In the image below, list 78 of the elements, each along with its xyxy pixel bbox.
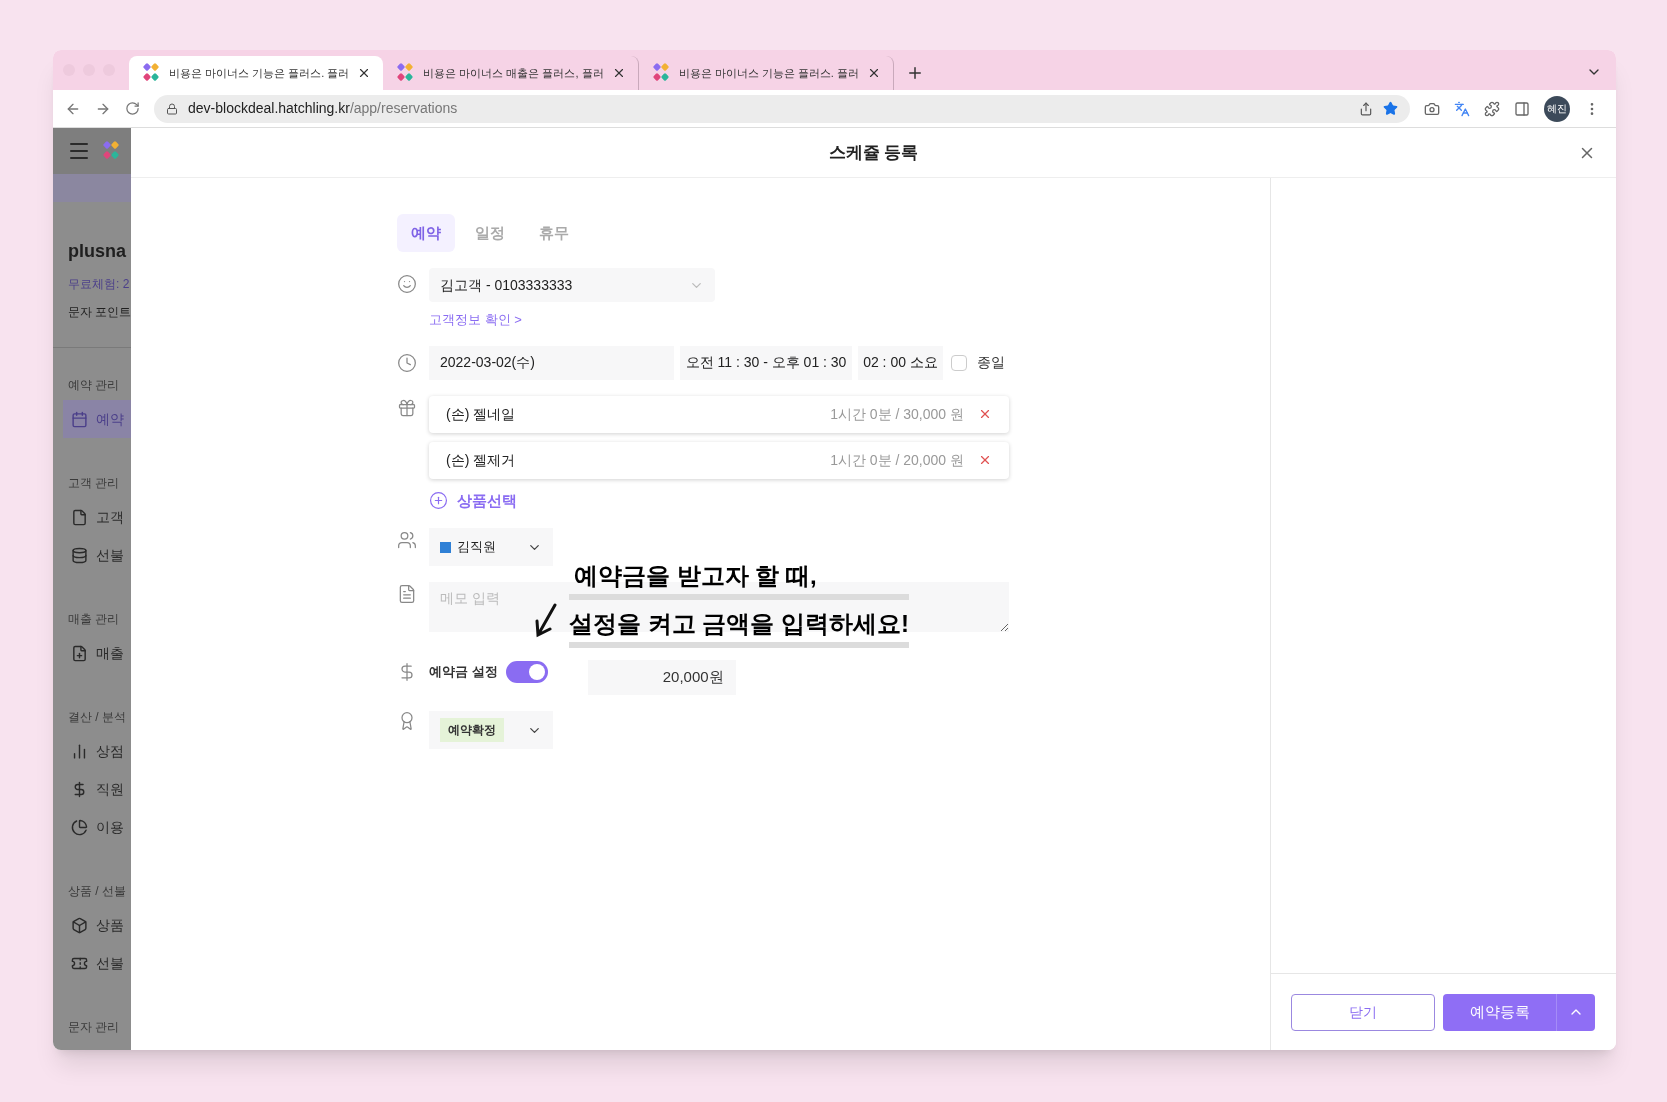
service-detail: 1시간 0분 / 30,000 원 <box>830 404 964 424</box>
logo-icon <box>101 141 121 162</box>
service-detail: 1시간 0분 / 20,000 원 <box>830 450 964 470</box>
sidebar-item[interactable]: 고객 <box>63 498 131 536</box>
close-button[interactable]: 닫기 <box>1291 993 1435 1031</box>
sidebar-item[interactable]: 직원 <box>63 770 131 808</box>
dropdown-button[interactable] <box>1557 993 1595 1031</box>
register-button[interactable]: 예약등록 <box>1443 993 1557 1031</box>
remove-icon[interactable] <box>978 453 992 467</box>
section-title: 예약 관리 <box>67 377 121 394</box>
sidebar-item[interactable]: 상점 <box>63 732 131 770</box>
profile-avatar[interactable]: 혜진 <box>1544 95 1570 122</box>
customer-info-link[interactable]: 고객정보 확인 > <box>429 310 715 330</box>
all-day-label: 종일 <box>977 353 1005 372</box>
duration-field: 02 : 00 소요 <box>858 345 943 380</box>
service-name: (손) 젤네일 <box>446 404 517 424</box>
translate-icon[interactable] <box>1454 100 1470 117</box>
deposit-toggle[interactable] <box>505 660 548 683</box>
sidebar-item[interactable]: 선불 <box>63 536 131 574</box>
plus-circle-icon <box>429 491 448 511</box>
side-panel-icon[interactable] <box>1514 100 1530 117</box>
status-badge: 예약확정 <box>440 718 504 742</box>
brand-name: plusna <box>68 240 127 263</box>
address-bar[interactable]: dev-blockdeal.hatchling.kr/app/reservations <box>154 94 1410 123</box>
customer-select[interactable]: 김고객 - 0103333333 <box>429 268 715 302</box>
lock-icon <box>166 102 178 115</box>
star-icon[interactable] <box>1383 101 1398 116</box>
browser-tab[interactable]: 비용은 마이너스 기능은 플러스. 플러 <box>129 56 384 90</box>
section-title: 문자 관리 <box>67 1019 121 1036</box>
share-icon[interactable] <box>1359 101 1373 116</box>
calendar-icon <box>71 410 88 428</box>
tab-title: 비용은 마이너스 매출은 플러스, 플러 <box>423 65 604 81</box>
sidebar-item[interactable]: 이용 <box>63 808 131 846</box>
smile-icon <box>397 274 417 294</box>
puzzle-icon[interactable] <box>1484 100 1500 117</box>
handwritten-note: 예약금을 받고자 할 때, <box>569 558 909 600</box>
sms-points-label: 문자 포인트 <box>68 304 131 321</box>
form-tab[interactable]: 예약 <box>397 214 455 252</box>
logo-icon <box>141 63 161 83</box>
all-day-checkbox[interactable] <box>951 354 967 371</box>
handwritten-note: 설정을 켜고 금액을 입력하세요! <box>569 606 909 648</box>
form-tab[interactable]: 일정 <box>461 214 519 252</box>
deposit-amount-field[interactable]: 20,000원 <box>587 660 736 695</box>
people-icon <box>397 530 417 550</box>
reload-icon[interactable] <box>125 101 140 116</box>
section-title: 고객 관리 <box>67 475 121 492</box>
status-select[interactable]: 예약확정 <box>429 711 553 749</box>
document-icon <box>397 584 417 604</box>
database-icon <box>71 546 88 564</box>
staff-select[interactable]: 김직원 <box>429 528 553 566</box>
date-field[interactable]: 2022-03-02(수) <box>429 345 674 380</box>
section-title: 상품 / 선불 <box>67 883 127 900</box>
tab-title: 비용은 마이너스 기능은 플러스. 플러 <box>678 65 859 81</box>
gift-icon <box>397 397 417 418</box>
section-title: 결산 / 분석 <box>67 709 127 726</box>
box-icon <box>71 916 88 934</box>
sidebar-item[interactable]: 매출 <box>63 634 131 672</box>
url-text: dev-blockdeal.hatchling.kr/app/reservations <box>188 99 459 118</box>
add-service-button[interactable]: 상품선택 <box>429 489 1009 512</box>
camera-icon[interactable] <box>1424 100 1440 117</box>
bar-chart-icon <box>71 742 88 760</box>
remove-icon[interactable] <box>978 407 992 421</box>
clock-icon <box>397 352 417 373</box>
tab-title: 비용은 마이너스 기능은 플러스. 플러 <box>169 65 350 81</box>
file-plus-icon <box>71 644 88 662</box>
trial-label: 무료체험: 2 <box>68 276 131 293</box>
deposit-label: 예약금 설정 <box>429 662 498 681</box>
pie-chart-icon <box>71 818 88 836</box>
document-icon <box>71 508 88 526</box>
modal-title: 스케쥴 등록 <box>828 141 919 164</box>
arrow-drawing <box>533 603 559 639</box>
form-tab[interactable]: 휴무 <box>525 214 583 252</box>
sidebar-item[interactable]: 예약 <box>63 400 131 438</box>
sidebar-item[interactable]: 선불 <box>63 944 131 982</box>
service-name: (손) 젤제거 <box>446 450 517 470</box>
sidebar-item[interactable]: 상품 <box>63 906 131 944</box>
section-title: 매출 관리 <box>67 611 121 628</box>
time-range-field[interactable]: 오전 11 : 30 - 오후 01 : 30 <box>680 345 852 380</box>
